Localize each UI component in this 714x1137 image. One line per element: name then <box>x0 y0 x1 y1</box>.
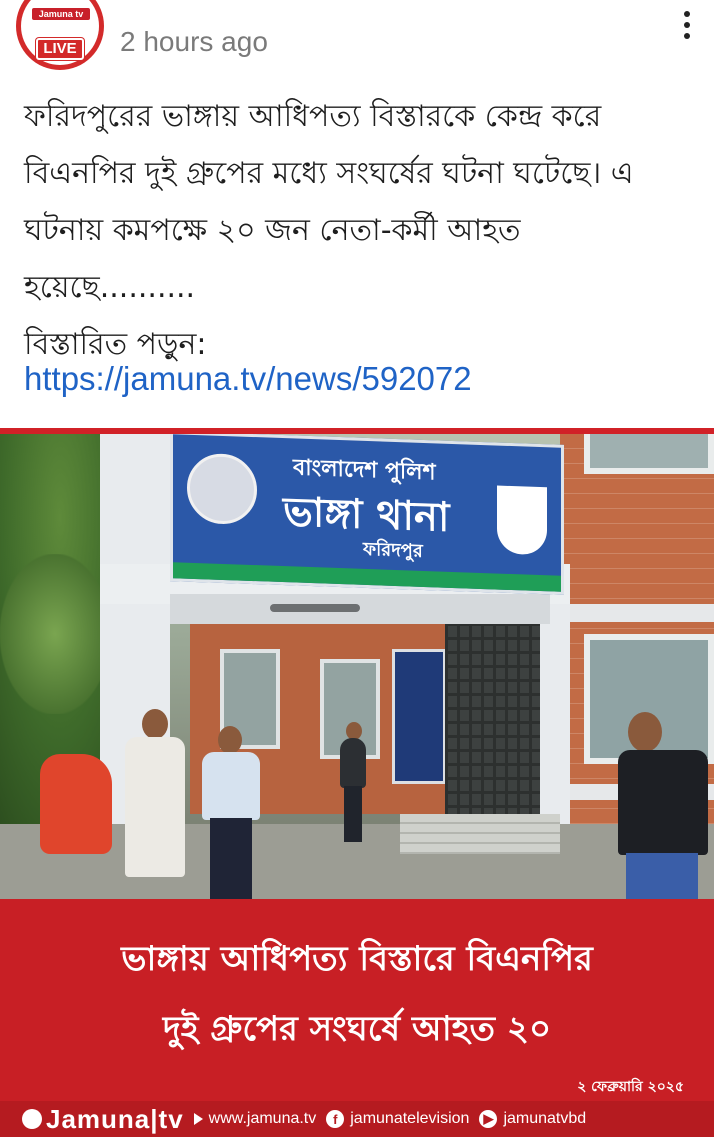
article-link[interactable]: https://jamuna.tv/news/592072 <box>24 360 472 398</box>
facebook-icon: f <box>326 1110 345 1128</box>
jamuna-logo-icon <box>22 1109 42 1129</box>
post-text: ফরিদপুরের ভাঙ্গায় আধিপত্য বিস্তারকে কেন… <box>24 99 634 305</box>
entrance-steps <box>400 814 560 854</box>
building-window <box>584 434 714 474</box>
portico-ceiling <box>170 594 550 624</box>
police-station-sign: বাংলাদেশ পুলিশ ভাঙ্গা থানা ফরিদপুর <box>170 434 564 595</box>
person-head <box>218 726 242 754</box>
palm-tree <box>0 554 110 714</box>
motorbike <box>40 754 112 854</box>
menu-dot <box>684 33 690 39</box>
caption-banner: ভাঙ্গায় আধিপত্য বিস্তারে বিএনপির দুই গ্… <box>0 899 714 1101</box>
caption-date: ২ ফেব্রুয়ারি ২০২৫ <box>577 1079 684 1095</box>
footer-logo-text: Jamuna|tv <box>46 1103 184 1134</box>
notice-board <box>392 649 446 784</box>
live-badge: LIVE <box>36 38 84 60</box>
more-vertical-icon[interactable] <box>672 10 702 40</box>
caption-line-1: ভাঙ্গায় আধিপত্য বিস্তারে বিএনপির <box>121 939 593 979</box>
post-body: ফরিদপুরের ভাঙ্গায় আধিপত্য বিস্তারকে কেন… <box>24 88 694 373</box>
footer-youtube-text: jamunatvbd <box>503 1110 587 1127</box>
menu-dot <box>684 11 690 17</box>
channel-logo: Jamuna tv <box>32 8 90 20</box>
building-band <box>560 604 714 622</box>
police-emblem-icon <box>187 452 257 526</box>
person <box>196 726 266 899</box>
footer-website-text: www.jamuna.tv <box>208 1110 317 1127</box>
menu-dot <box>684 22 690 28</box>
photo-scene: বাংলাদেশ পুলিশ ভাঙ্গা থানা ফরিদপুর <box>0 434 714 899</box>
person-legs <box>626 853 698 899</box>
person <box>338 722 368 842</box>
post-image[interactable]: বাংলাদেশ পুলিশ ভাঙ্গা থানা ফরিদপুর ভাঙ্গ… <box>0 428 714 1137</box>
person <box>120 709 190 899</box>
police-badge-icon <box>497 485 547 556</box>
person-head <box>628 712 662 752</box>
footer-facebook-text: jamunatelevision <box>350 1110 470 1127</box>
sign-line-3: ফরিদপুর <box>363 538 423 562</box>
footer-website: www.jamuna.tv <box>193 1110 317 1128</box>
person-legs <box>344 786 362 842</box>
iron-gate <box>445 609 540 819</box>
arrow-right-icon <box>193 1113 203 1125</box>
caption-line-2: দুই গ্রুপের সংঘর্ষে আহত ২০ <box>162 1009 552 1049</box>
person-body <box>125 737 185 877</box>
ceiling-fan <box>270 604 360 612</box>
channel-avatar[interactable]: Jamuna tv LIVE <box>14 0 106 70</box>
person-body <box>618 750 708 855</box>
person-legs <box>210 818 252 899</box>
footer-youtube: ▶ jamunatvbd <box>479 1110 586 1128</box>
jamuna-tv-logo: Jamuna|tv <box>22 1104 184 1135</box>
youtube-icon: ▶ <box>479 1110 498 1128</box>
person-head <box>142 709 168 739</box>
post-header: Jamuna tv LIVE 2 hours ago <box>0 0 714 80</box>
person-body <box>340 738 366 788</box>
post-timestamp: 2 hours ago <box>120 26 268 57</box>
image-footer-bar: Jamuna|tv www.jamuna.tv f jamunatelevisi… <box>0 1101 714 1137</box>
person-body <box>202 752 260 820</box>
person <box>618 712 714 899</box>
footer-facebook: f jamunatelevision <box>326 1110 469 1128</box>
